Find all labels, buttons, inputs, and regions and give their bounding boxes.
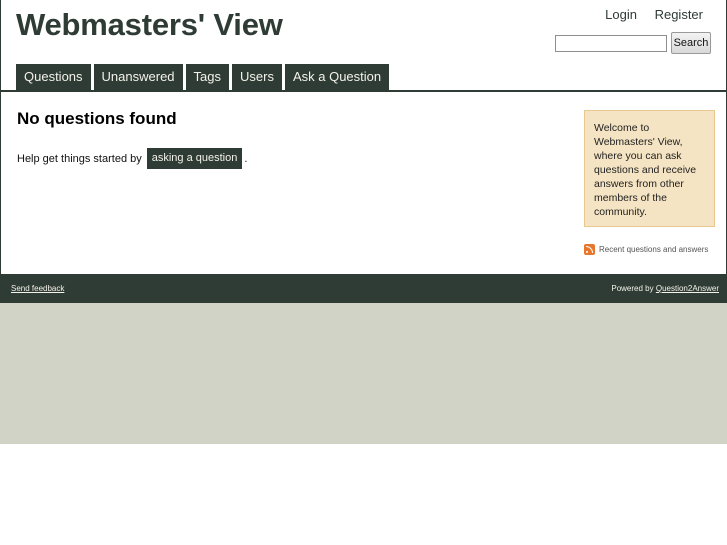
tab-questions[interactable]: Questions: [16, 64, 91, 90]
question2answer-link[interactable]: Question2Answer: [656, 284, 719, 293]
powered-by-text: Powered by: [611, 284, 654, 293]
rss-icon[interactable]: [584, 244, 595, 255]
help-text: Help get things started by: [17, 152, 142, 165]
help-suffix: .: [244, 152, 248, 165]
tab-tags[interactable]: Tags: [185, 64, 230, 90]
page-background: [0, 303, 727, 444]
powered-by: Powered by Question2Answer: [611, 284, 719, 293]
help-message: Help get things started by asking a ques…: [17, 148, 247, 169]
user-nav: Login Register: [591, 7, 703, 22]
page-container: Webmasters' View Login Register Search Q…: [0, 0, 727, 303]
tab-ask-question[interactable]: Ask a Question: [284, 64, 390, 90]
search-button[interactable]: Search: [671, 32, 711, 54]
send-feedback-link[interactable]: Send feedback: [11, 284, 64, 293]
main-nav: Questions Unanswered Tags Users Ask a Qu…: [16, 64, 392, 91]
login-link[interactable]: Login: [605, 7, 637, 22]
register-link[interactable]: Register: [655, 7, 703, 22]
welcome-box: Welcome to Webmasters' View, where you c…: [584, 110, 715, 227]
tab-unanswered[interactable]: Unanswered: [93, 64, 183, 90]
search-input[interactable]: [555, 35, 667, 52]
nav-divider: [1, 90, 727, 92]
feed-link[interactable]: Recent questions and answers: [584, 244, 708, 255]
feed-label[interactable]: Recent questions and answers: [599, 245, 708, 254]
page-title: No questions found: [17, 109, 177, 128]
footer: Send feedback Powered by Question2Answer: [1, 274, 727, 303]
tab-users[interactable]: Users: [232, 64, 282, 90]
site-logo[interactable]: Webmasters' View: [16, 7, 283, 43]
ask-question-link[interactable]: asking a question: [146, 148, 243, 169]
